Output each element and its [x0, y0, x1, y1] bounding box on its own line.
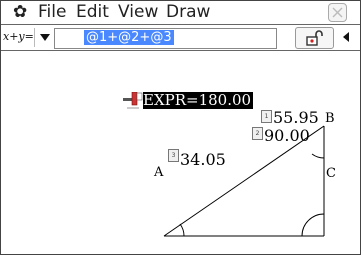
vertex-c-label: C — [326, 166, 336, 181]
angle-b-value: 55.95 — [273, 108, 319, 127]
menu-bar: ✿ File Edit View Draw — [1, 1, 360, 25]
expression-dropdown-button[interactable] — [38, 29, 52, 46]
expression-input[interactable]: @1+@2+@3 — [54, 28, 277, 49]
menu-edit[interactable]: Edit — [76, 2, 109, 22]
xy-label: x+y= — [3, 30, 34, 43]
close-button[interactable] — [328, 3, 347, 22]
close-icon — [332, 7, 343, 18]
geometry-canvas[interactable]: EXPR=180.00 1 55.95 2 90.00 3 34.05 A B … — [2, 52, 359, 251]
angle-arc-c — [301, 213, 325, 237]
measure-tag-3: 3 — [168, 149, 179, 162]
angle-arc-b — [311, 153, 325, 159]
angle-a-value: 34.05 — [180, 150, 226, 169]
menu-view[interactable]: View — [118, 2, 158, 22]
scroll-left-icon[interactable] — [342, 32, 350, 42]
vertex-b-label: B — [325, 111, 335, 126]
expression-text: @1+@2+@3 — [84, 30, 174, 45]
measure-marker-icon — [123, 92, 143, 109]
menu-file[interactable]: File — [38, 2, 66, 22]
menu-draw[interactable]: Draw — [166, 2, 210, 22]
triangle-down-icon — [40, 34, 50, 41]
toolbar: x+y= @1+@2+@3 — [1, 25, 360, 51]
measure-tag-1: 1 — [261, 110, 272, 123]
expression-result: EXPR=180.00 — [143, 91, 254, 109]
angle-c-value: 90.00 — [264, 126, 310, 145]
angle-arc-a — [179, 223, 185, 237]
toolbar-separator — [34, 28, 35, 47]
app-window: ✿ File Edit View Draw x+y= @1+@2+@3 EXPR… — [0, 0, 361, 255]
unlock-icon — [306, 30, 323, 46]
vertex-a-label: A — [154, 165, 164, 180]
measure-tag-2: 2 — [252, 127, 263, 140]
lock-button[interactable] — [295, 27, 334, 49]
gear-icon[interactable]: ✿ — [13, 2, 27, 22]
